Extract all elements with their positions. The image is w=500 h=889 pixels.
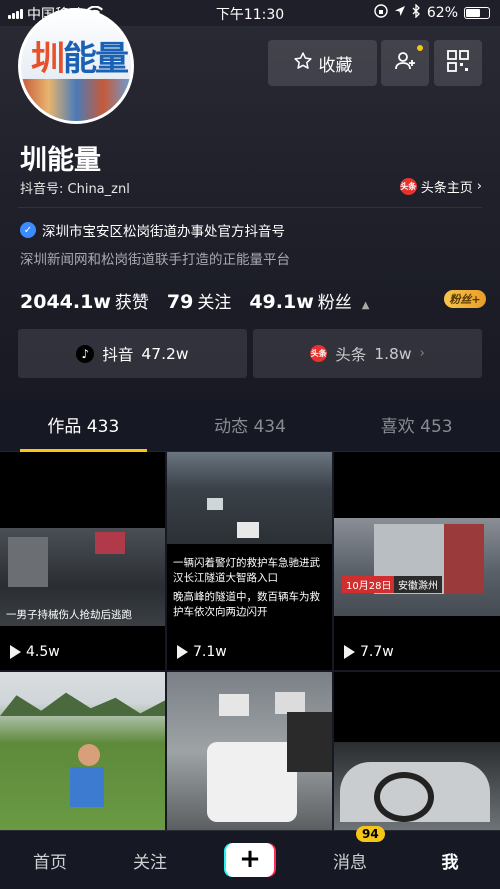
fans-count[interactable]: 49.1w bbox=[249, 291, 313, 313]
tab-activity[interactable]: 动态 434 bbox=[167, 404, 334, 452]
video-thumbnail[interactable]: 一男子持械伤人抢劫后逃跑 4.5w bbox=[0, 452, 165, 670]
location-tag: 安徽滁州 bbox=[394, 576, 442, 593]
qr-code-button[interactable] bbox=[434, 40, 482, 86]
profile-name: 圳能量 bbox=[20, 145, 101, 176]
toutiao-platform-button[interactable]: 头条 头条 1.8w › bbox=[253, 329, 482, 378]
verified-check-icon: ✓ bbox=[20, 222, 36, 238]
tab-likes[interactable]: 喜欢 453 bbox=[333, 404, 500, 452]
toutiao-homepage-link[interactable]: 头条 头条主页 › bbox=[399, 177, 482, 196]
collect-button[interactable]: 收藏 bbox=[268, 40, 377, 86]
bio: 深圳新闻网和松岗街道联手打造的正能量平台 bbox=[20, 252, 290, 268]
tab-following[interactable]: 关注 bbox=[100, 848, 200, 873]
play-icon bbox=[177, 645, 188, 659]
toutiao-link-label: 头条主页 bbox=[420, 181, 473, 196]
fans-label[interactable]: 粉丝 bbox=[318, 288, 352, 313]
profile-tabs: 作品 433 动态 434 喜欢 453 bbox=[0, 404, 500, 452]
following-count[interactable]: 79 bbox=[167, 291, 193, 313]
douyin-label: 抖音 bbox=[102, 345, 134, 364]
douyin-platform-button[interactable]: ♪ 抖音 47.2w bbox=[18, 329, 247, 378]
location-icon bbox=[394, 5, 406, 21]
add-friend-button[interactable] bbox=[381, 40, 429, 86]
video-thumbnail[interactable] bbox=[334, 672, 500, 830]
video-thumbnail[interactable] bbox=[167, 672, 332, 830]
messages-label: 消息 bbox=[333, 852, 367, 873]
tab-works[interactable]: 作品 433 bbox=[0, 404, 167, 452]
toutiao-badge-icon: 头条 bbox=[399, 178, 417, 195]
play-icon bbox=[344, 645, 355, 659]
battery-icon bbox=[464, 7, 490, 19]
notification-dot bbox=[417, 45, 423, 51]
plus-icon: + bbox=[224, 843, 276, 877]
chevron-right-icon: › bbox=[476, 179, 482, 194]
stats-row: 2044.1w 获赞 79 关注 49.1w 粉丝 ▲ bbox=[20, 288, 369, 313]
video-grid: 一男子持械伤人抢劫后逃跑 4.5w 一辆闪着警灯的救护车急驰进武汉长江隧道大智路… bbox=[0, 452, 500, 830]
tab-me[interactable]: 我 bbox=[400, 848, 500, 873]
play-count: 4.5w bbox=[10, 644, 60, 660]
avatar[interactable]: 圳能量 bbox=[18, 8, 134, 124]
following-label[interactable]: 关注 bbox=[197, 288, 231, 313]
bottom-tab-bar: 首页 关注 + 消息 94 我 bbox=[0, 825, 500, 889]
video-caption: 一男子持械伤人抢劫后逃跑 bbox=[6, 609, 132, 621]
create-video-button[interactable]: + bbox=[200, 843, 300, 877]
messages-badge: 94 bbox=[356, 825, 385, 842]
fans-plus-badge[interactable]: 粉丝+ bbox=[444, 290, 486, 308]
likes-label: 获赞 bbox=[114, 293, 149, 313]
orientation-lock-icon bbox=[374, 4, 388, 22]
tab-home[interactable]: 首页 bbox=[0, 848, 100, 873]
add-user-icon bbox=[393, 49, 417, 78]
douyin-logo-icon: ♪ bbox=[76, 344, 95, 363]
douyin-id: 抖音号: China_znl bbox=[20, 182, 130, 197]
chevron-right-icon: › bbox=[419, 346, 425, 361]
likes-count: 2044.1w bbox=[20, 291, 111, 313]
play-icon bbox=[10, 645, 21, 659]
video-caption: 一辆闪着警灯的救护车急驰进武汉长江隧道大智路入口 bbox=[173, 557, 320, 584]
video-thumbnail[interactable] bbox=[0, 672, 165, 830]
play-count: 7.7w bbox=[344, 644, 394, 660]
date-tag: 10月28日 bbox=[342, 576, 396, 593]
toutiao-label: 头条 bbox=[335, 345, 367, 364]
qr-code-icon bbox=[447, 49, 469, 77]
divider bbox=[18, 207, 482, 208]
play-count: 7.1w bbox=[177, 644, 227, 660]
video-thumbnail[interactable]: 一辆闪着警灯的救护车急驰进武汉长江隧道大智路入口 晚高峰的隧道中，数百辆车为救护… bbox=[167, 452, 332, 670]
caret-up-icon[interactable]: ▲ bbox=[362, 300, 370, 311]
verified-text: 深圳市宝安区松岗街道办事处官方抖音号 bbox=[42, 224, 285, 240]
battery-percent: 62% bbox=[426, 5, 458, 21]
douyin-value: 47.2w bbox=[141, 344, 189, 363]
star-icon bbox=[293, 51, 313, 76]
toutiao-value: 1.8w bbox=[374, 344, 412, 363]
verified-info: ✓ 深圳市宝安区松岗街道办事处官方抖音号 bbox=[20, 220, 285, 240]
tab-messages[interactable]: 消息 94 bbox=[300, 825, 400, 873]
video-caption-2: 晚高峰的隧道中，数百辆车为救护车依次向两边闪开 bbox=[173, 591, 320, 618]
collect-label: 收藏 bbox=[318, 55, 353, 76]
video-thumbnail[interactable]: 10月28日 安徽滁州 7.7w bbox=[334, 452, 500, 670]
bluetooth-icon bbox=[412, 3, 421, 22]
toutiao-logo-icon: 头条 bbox=[310, 345, 328, 362]
